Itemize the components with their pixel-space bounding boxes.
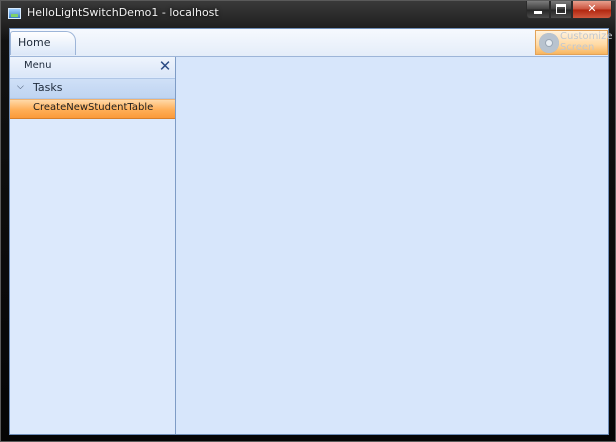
menu-item-label: CreateNewStudentTable bbox=[33, 102, 154, 113]
tab-home-label: Home bbox=[18, 36, 51, 49]
menu-group-tasks[interactable]: ⌵ Tasks bbox=[10, 78, 175, 99]
close-icon: ✕ bbox=[587, 2, 597, 15]
menu-group-label: Tasks bbox=[33, 81, 63, 94]
screen-content-area bbox=[176, 57, 608, 434]
menu-item-createnewstudenttable[interactable]: CreateNewStudentTable bbox=[10, 99, 175, 119]
tab-home[interactable]: Home bbox=[10, 31, 76, 55]
close-menu-icon[interactable]: ✕ bbox=[158, 57, 172, 75]
title-bar[interactable]: HelloLightSwitchDemo1 - localhost ✕ bbox=[1, 1, 615, 27]
minimize-button[interactable] bbox=[526, 1, 550, 19]
app-icon bbox=[8, 8, 21, 19]
window-title: HelloLightSwitchDemo1 - localhost bbox=[27, 6, 219, 19]
minimize-icon bbox=[534, 11, 542, 14]
customize-screen-label: Customize Screen bbox=[560, 31, 613, 53]
tab-bar: Home Customize Screen bbox=[10, 29, 613, 57]
app-window: HelloLightSwitchDemo1 - localhost ✕ Home… bbox=[0, 0, 616, 442]
menu-title: Menu bbox=[24, 60, 52, 71]
maximize-icon bbox=[556, 4, 566, 14]
gear-icon bbox=[539, 33, 559, 53]
chevron-down-icon: ⌵ bbox=[17, 82, 24, 92]
client-area: Home Customize Screen Menu ✕ ⌵ Tasks Cre… bbox=[9, 28, 613, 435]
close-window-button[interactable]: ✕ bbox=[572, 1, 612, 19]
navigation-menu: Menu ✕ ⌵ Tasks CreateNewStudentTable bbox=[10, 57, 176, 434]
menu-header: Menu ✕ bbox=[10, 57, 175, 77]
maximize-button[interactable] bbox=[550, 1, 572, 19]
customize-screen-button[interactable]: Customize Screen bbox=[535, 30, 613, 55]
